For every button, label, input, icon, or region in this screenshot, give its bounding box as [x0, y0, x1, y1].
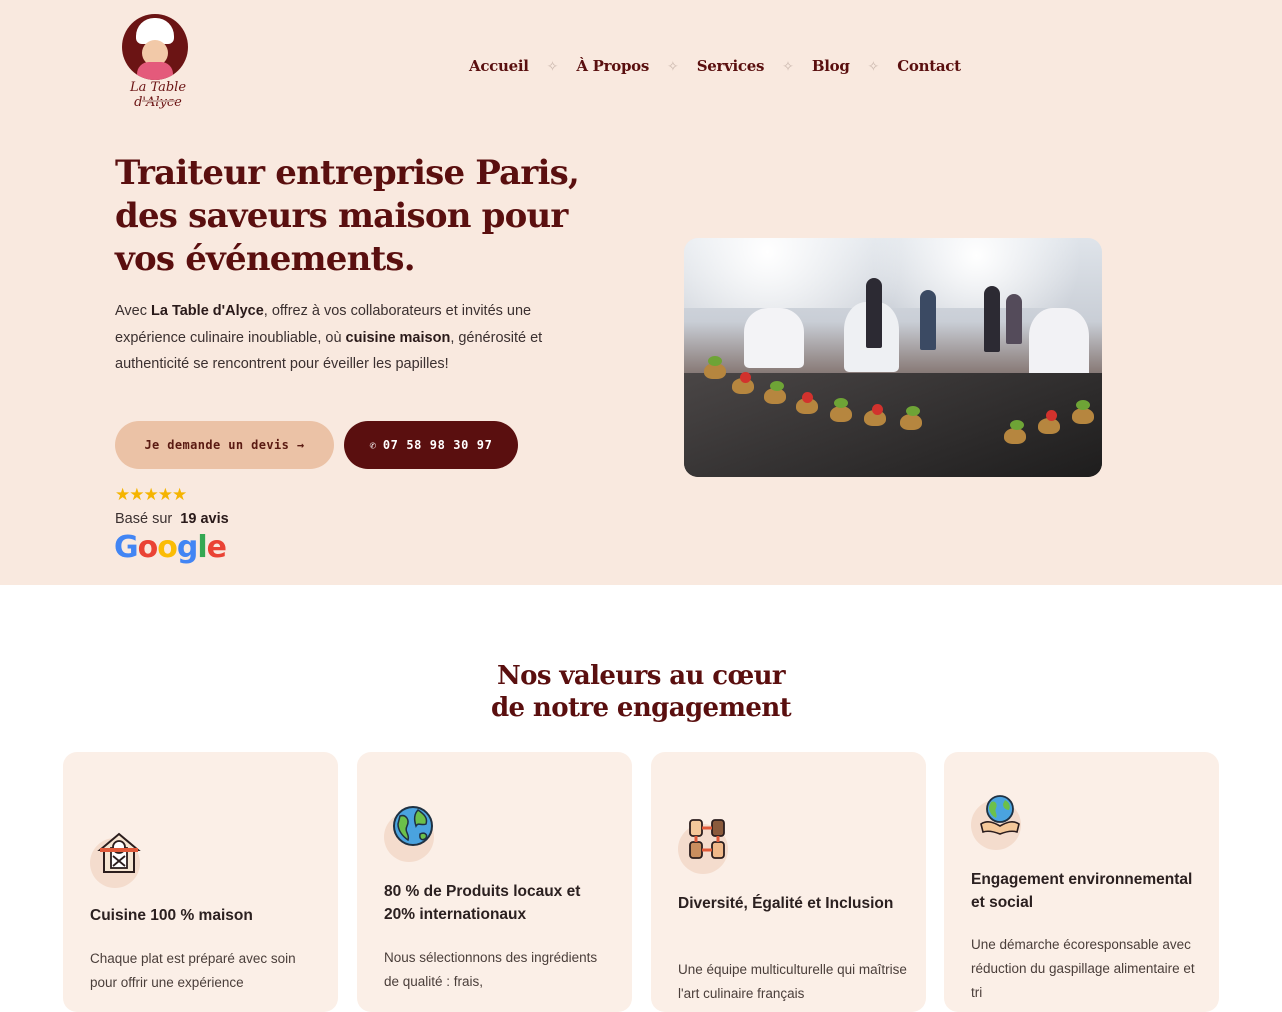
nav-separator-icon: ✧	[867, 57, 880, 74]
house-chef-icon	[90, 830, 148, 888]
request-quote-button[interactable]: Je demande un devis →	[115, 421, 334, 469]
card-text: Une démarche écoresponsable avec réducti…	[971, 937, 1195, 1000]
earth-hands-icon	[971, 792, 1029, 850]
value-card-environment: Engagement environnemental et social Une…	[944, 752, 1219, 1012]
hero-event-photo	[684, 238, 1102, 477]
nav-separator-icon: ✧	[782, 57, 794, 74]
nav-separator-icon: ✧	[666, 57, 679, 74]
nav-item-blog[interactable]: Blog	[812, 57, 850, 75]
nav-item-contact[interactable]: Contact	[897, 57, 961, 75]
desc-bold: cuisine maison	[345, 329, 451, 346]
nav-item-services[interactable]: Services	[697, 57, 765, 75]
phone-icon: ✆	[369, 438, 377, 452]
hero-title: Traiteur entreprise Paris, des saveurs m…	[115, 152, 585, 281]
nav-item-a-propos[interactable]: À Propos	[576, 57, 649, 75]
brand-logo[interactable]: La Table d'Alyce	[112, 14, 202, 110]
values-title-line: Nos valeurs au cœur	[496, 661, 786, 691]
card-text: Chaque plat est préparé avec soin pour o…	[90, 951, 296, 990]
desc-brand: La Table d'Alyce	[151, 303, 264, 319]
review-count: Basé sur 19 avis	[115, 511, 229, 527]
review-prefix: Basé sur	[115, 511, 173, 527]
nav-separator-icon: ✧	[546, 57, 559, 74]
diversity-hands-icon	[678, 816, 736, 874]
phone-number: 07 58 98 30 97	[382, 438, 493, 452]
hero-section: La Table d'Alyce Accueil ✧ À Propos ✧ Se…	[0, 0, 1282, 585]
card-title: Cuisine 100 % maison	[90, 907, 253, 924]
hero-title-line: vos événements.	[115, 239, 416, 279]
card-text: Une équipe multiculturelle qui maîtrise …	[678, 962, 907, 1001]
values-section-title: Nos valeurs au cœur de notre engagement	[0, 660, 1282, 724]
review-count-value: 19 avis	[180, 511, 229, 527]
card-title: Diversité, Égalité et Inclusion	[678, 895, 894, 912]
value-card-diversity: Diversité, Égalité et Inclusion Une équi…	[651, 752, 926, 1012]
card-title: Engagement environnemental et social	[971, 871, 1193, 911]
rating-stars-icon: ★★★★★	[115, 485, 187, 504]
desc-text: Avec	[115, 303, 147, 319]
globe-icon	[384, 804, 442, 862]
nav-item-accueil[interactable]: Accueil	[469, 57, 529, 75]
value-card-local-products: 80 % de Produits locaux et 20% internati…	[357, 752, 632, 1012]
hero-title-line: des saveurs maison pour	[115, 196, 568, 236]
value-card-homemade: Cuisine 100 % maison Chaque plat est pré…	[63, 752, 338, 1012]
phone-button[interactable]: ✆ 07 58 98 30 97	[344, 421, 518, 469]
google-logo[interactable]: Google	[114, 530, 227, 565]
card-title: 80 % de Produits locaux et 20% internati…	[384, 883, 581, 923]
logo-text: La Table d'Alyce	[129, 80, 187, 110]
logo-chef-illustration	[122, 14, 188, 80]
main-nav: Accueil ✧ À Propos ✧ Services ✧ Blog ✧ C…	[469, 56, 961, 76]
hero-description: Avec La Table d'Alyce, offrez à vos coll…	[115, 298, 575, 378]
values-title-line: de notre engagement	[490, 693, 792, 723]
card-text: Nous sélectionnons des ingrédients de qu…	[384, 950, 598, 989]
hero-title-line: Traiteur entreprise Paris,	[115, 153, 580, 193]
